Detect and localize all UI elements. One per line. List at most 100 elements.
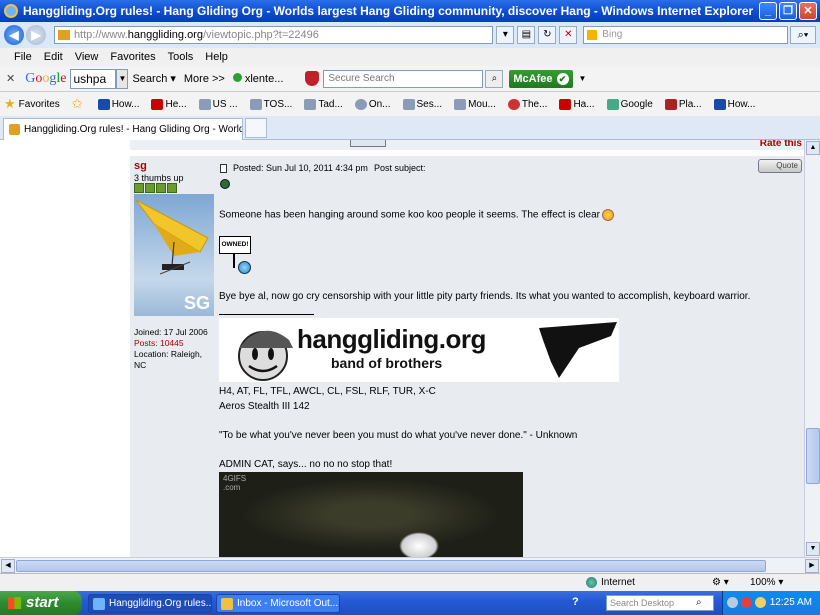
scroll-right-button[interactable]: ▶	[805, 559, 819, 573]
system-tray: 12:25 AM	[722, 591, 820, 615]
outlook-icon	[221, 598, 233, 610]
favorite-link[interactable]: The...	[507, 98, 547, 110]
xlente-button[interactable]: xlente...	[232, 72, 283, 85]
banner-subtitle: band of brothers	[331, 355, 443, 371]
refresh-button[interactable]: ↻	[538, 26, 557, 44]
user-rank: 3 thumbs up	[134, 173, 184, 183]
compatibility-icon[interactable]: ▤	[517, 26, 536, 44]
post-username[interactable]: sg	[134, 160, 147, 172]
mcafee-button[interactable]: McAfee ✔	[509, 69, 573, 88]
gif-watermark: 4GIFS .com	[223, 474, 247, 492]
favorite-link[interactable]: How...	[97, 98, 139, 110]
vertical-scrollbar[interactable]: ▲ ▼	[804, 140, 820, 557]
post-document-icon	[220, 163, 227, 173]
ie-icon	[93, 598, 105, 610]
taskbar-item-outlook[interactable]: Inbox - Microsoft Out...	[216, 594, 340, 613]
rank-icons	[134, 183, 177, 193]
tray-mcafee-icon[interactable]	[741, 597, 752, 608]
stop-button[interactable]: ✕	[559, 26, 578, 44]
address-host: hanggliding.org	[127, 29, 203, 41]
menu-view[interactable]: View	[69, 51, 105, 63]
favorite-link[interactable]: US ...	[198, 98, 238, 110]
tray-network-icon[interactable]	[755, 597, 766, 608]
security-zone: Internet	[586, 577, 635, 588]
taskbar-item-ie[interactable]: Hanggliding.Org rules...	[88, 594, 212, 613]
scroll-down-button[interactable]: ▼	[806, 542, 820, 556]
more-button[interactable]: More >>	[184, 73, 225, 85]
quote-button[interactable]: Quote	[758, 159, 802, 173]
signature-text: Aeros Stealth III 142	[219, 401, 310, 412]
favorite-link[interactable]: Tad...	[304, 98, 343, 110]
favorite-link[interactable]: TOS...	[249, 98, 292, 110]
avatar: SG	[134, 194, 214, 316]
ie-icon	[4, 4, 18, 18]
scroll-left-button[interactable]: ◀	[1, 559, 15, 573]
menu-bar: File Edit View Favorites Tools Help	[0, 48, 820, 66]
favorite-link[interactable]: Pla...	[664, 98, 702, 110]
tab-bar: Hanggliding.Org rules! - Hang Gliding Or…	[0, 116, 820, 140]
bing-icon	[587, 30, 598, 40]
window-titlebar: Hanggliding.Org rules! - Hang Gliding Or…	[0, 0, 820, 22]
user-location: Location: Raleigh, NC	[134, 349, 203, 370]
forward-button[interactable]: ▶	[25, 25, 46, 45]
window-title: Hanggliding.Org rules! - Hang Gliding Or…	[23, 4, 754, 18]
minimize-button[interactable]: _	[759, 2, 777, 20]
menu-favorites[interactable]: Favorites	[104, 51, 161, 63]
post-emoticon-icon	[220, 179, 230, 189]
address-bar[interactable]: http://www. hanggliding.org/viewtopic.php…	[53, 26, 494, 44]
user-info: Joined: 17 Jul 2006 Posts: 10445 Locatio…	[134, 327, 214, 371]
rate-this-link[interactable]: Rate this	[760, 140, 802, 149]
close-button[interactable]: ✕	[799, 2, 817, 20]
search-go-button[interactable]: ⌕▾	[790, 26, 817, 44]
tray-arrow-icon[interactable]	[727, 597, 738, 608]
start-button[interactable]: start	[0, 591, 82, 615]
new-tab-button[interactable]	[245, 118, 267, 138]
previous-post-footer: Rate this	[130, 140, 804, 150]
favorite-link[interactable]: He...	[151, 98, 187, 110]
banner-title: hanggliding.org	[297, 324, 486, 354]
horizontal-scrollbar[interactable]: ◀ ▶	[0, 557, 820, 573]
favorite-link[interactable]: How...	[713, 98, 755, 110]
favorite-link[interactable]: Ha...	[559, 98, 595, 110]
favorite-link[interactable]: Ses...	[402, 98, 442, 110]
address-dropdown-button[interactable]: ▾	[496, 26, 515, 44]
protected-mode-icon[interactable]: ⚙ ▾	[712, 577, 729, 588]
maximize-button[interactable]: ❐	[779, 2, 797, 20]
scroll-up-button[interactable]: ▲	[806, 141, 820, 155]
green-dot-icon	[232, 72, 242, 82]
checkmark-icon: ✔	[556, 72, 569, 85]
favorite-link[interactable]: Google	[606, 98, 653, 110]
mcafee-dropdown[interactable]: ▼	[579, 74, 587, 83]
signature-divider	[219, 314, 314, 315]
google-search-input[interactable]: ushpa	[70, 68, 117, 89]
bing-search-input[interactable]: Bing	[583, 26, 789, 44]
secure-search-go-button[interactable]: ⌕	[485, 69, 504, 88]
status-bar: Internet ⚙ ▾ 100% ▾	[0, 573, 820, 591]
google-logo: Google	[25, 70, 67, 86]
add-favorite-icon[interactable]: ✩	[72, 96, 86, 112]
zoom-level[interactable]: 100% ▾	[750, 577, 783, 588]
secure-search-input[interactable]: Secure Search	[323, 69, 484, 88]
pm-button[interactable]	[350, 140, 386, 147]
post-count: Posts: 10445	[134, 338, 184, 348]
favorites-button[interactable]: ★ Favorites	[4, 96, 60, 112]
close-toolbar-icon[interactable]: ✕	[6, 72, 15, 85]
menu-help[interactable]: Help	[199, 51, 234, 63]
address-prefix: http://www.	[73, 29, 128, 41]
favorite-link[interactable]: On...	[354, 98, 391, 110]
favorite-link[interactable]: Mou...	[454, 98, 496, 110]
menu-file[interactable]: File	[8, 51, 38, 63]
tab-active[interactable]: Hanggliding.Org rules! - Hang Gliding Or…	[3, 118, 243, 140]
horizontal-scroll-thumb[interactable]	[16, 560, 766, 572]
search-desktop-icon[interactable]: ⌕	[696, 597, 702, 608]
post-text: Bye bye al, now go cry censorship with y…	[219, 291, 751, 302]
back-button[interactable]: ◀	[4, 25, 24, 45]
menu-edit[interactable]: Edit	[38, 51, 69, 63]
help-icon[interactable]: ?	[572, 596, 579, 608]
google-search-dropdown[interactable]: ▼	[116, 68, 129, 89]
menu-tools[interactable]: Tools	[162, 51, 200, 63]
avatar-initials: SG	[183, 293, 210, 313]
google-search-button[interactable]: Search ▾	[132, 72, 175, 85]
mcafee-shield-icon	[305, 71, 320, 86]
vertical-scroll-thumb[interactable]	[806, 428, 820, 484]
